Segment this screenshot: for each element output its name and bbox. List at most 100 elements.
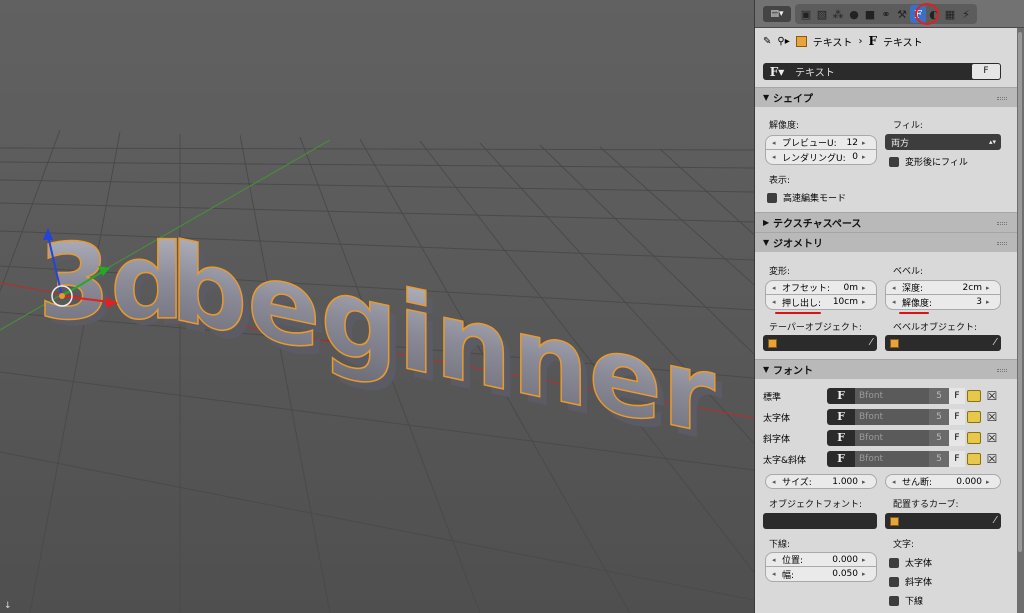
- font-browse-icon[interactable]: F: [827, 430, 855, 446]
- underline-thickness-field[interactable]: ◂ 幅: 0.050 ▸: [765, 567, 877, 582]
- annotation-underline-extrude: [775, 312, 821, 314]
- shear-field[interactable]: ◂ せん断: 0.000 ▸: [885, 474, 1001, 489]
- bevel-resolution-field[interactable]: ◂ 解像度: 3 ▸: [885, 295, 1001, 310]
- increment-icon[interactable]: ▸: [862, 153, 870, 161]
- font-bold-italic-fake-user[interactable]: F: [949, 451, 965, 467]
- text-on-curve-field[interactable]: ⁄: [885, 513, 1001, 529]
- physics-icon[interactable]: ⚡: [958, 5, 974, 23]
- checkbox-box[interactable]: [889, 557, 899, 568]
- increment-icon[interactable]: ▸: [986, 284, 994, 292]
- render-icon[interactable]: ▣: [798, 5, 814, 23]
- font-data-browse-icon[interactable]: F▾: [763, 63, 791, 80]
- constraints-icon[interactable]: ⚭: [878, 5, 894, 23]
- decrement-icon[interactable]: ◂: [892, 284, 900, 292]
- annotation-circle: [915, 3, 939, 25]
- section-shape[interactable]: ▼ シェイプ: [755, 87, 1017, 107]
- object-icon[interactable]: ■: [862, 5, 878, 23]
- char-bold-checkbox[interactable]: 太字体: [889, 556, 932, 569]
- char-underline-checkbox[interactable]: 下線: [889, 594, 923, 607]
- fill-deform-label: 変形後にフィル: [905, 158, 968, 168]
- font-bold-name[interactable]: Bfont: [855, 409, 929, 425]
- folder-open-icon[interactable]: [967, 411, 981, 423]
- preview-u-field[interactable]: ◂ プレビューU: 12 ▸: [765, 135, 877, 150]
- unlink-x-icon[interactable]: ☒: [985, 431, 999, 445]
- unlink-x-icon[interactable]: ☒: [985, 452, 999, 466]
- panel-scrollbar[interactable]: [1018, 32, 1022, 552]
- font-italic-name[interactable]: Bfont: [855, 430, 929, 446]
- increment-icon[interactable]: ▸: [862, 284, 870, 292]
- checkbox-box[interactable]: [889, 576, 899, 587]
- world-icon[interactable]: ●: [846, 5, 862, 23]
- unlink-x-icon[interactable]: ☒: [985, 389, 999, 403]
- fill-deform-checkbox[interactable]: 変形後にフィル: [889, 155, 968, 168]
- font-bold-italic-name[interactable]: Bfont: [855, 451, 929, 467]
- char-italic-checkbox[interactable]: 斜字体: [889, 575, 932, 588]
- offset-field[interactable]: ◂ オフセット: 0m ▸: [765, 280, 877, 295]
- eyedropper-icon[interactable]: ⁄: [994, 515, 996, 526]
- folder-open-icon[interactable]: [967, 390, 981, 402]
- editor-type-button[interactable]: ▤▾: [763, 6, 791, 22]
- decrement-icon[interactable]: ◂: [772, 284, 780, 292]
- checkbox-box[interactable]: [889, 595, 899, 606]
- fast-edit-checkbox[interactable]: 高速編集モード: [767, 191, 846, 204]
- unlink-x-icon[interactable]: ☒: [985, 410, 999, 424]
- decrement-icon[interactable]: ◂: [772, 478, 780, 486]
- 3d-viewport[interactable]: 3d 3d beginner beginner ↓: [0, 0, 754, 613]
- modifiers-icon[interactable]: ⚒: [894, 5, 910, 23]
- increment-icon[interactable]: ▸: [862, 570, 870, 578]
- scene-icon[interactable]: ⁂: [830, 5, 846, 23]
- decrement-icon[interactable]: ◂: [772, 139, 780, 147]
- eyedropper-icon[interactable]: ⁄: [994, 337, 996, 348]
- render-layers-icon[interactable]: ▧: [814, 5, 830, 23]
- pin-icon[interactable]: ✎: [763, 36, 771, 47]
- render-u-field[interactable]: ◂ レンダリングU: 0 ▸: [765, 150, 877, 165]
- decrement-icon[interactable]: ◂: [772, 570, 780, 578]
- section-texture-space[interactable]: ▶ テクスチャスペース: [755, 212, 1017, 232]
- folder-open-icon[interactable]: [967, 432, 981, 444]
- font-regular-fake-user[interactable]: F: [949, 388, 965, 404]
- font-italic-fake-user[interactable]: F: [949, 430, 965, 446]
- font-size-field[interactable]: ◂ サイズ: 1.000 ▸: [765, 474, 877, 489]
- modification-label: 変形:: [769, 267, 791, 277]
- decrement-icon[interactable]: ◂: [892, 298, 900, 306]
- checkbox-box[interactable]: [767, 192, 777, 203]
- texture-icon[interactable]: ▦: [942, 5, 958, 23]
- decrement-icon[interactable]: ◂: [772, 556, 780, 564]
- decrement-icon[interactable]: ◂: [772, 153, 780, 161]
- font-browse-icon[interactable]: F: [827, 451, 855, 467]
- fake-user-button[interactable]: F: [972, 64, 1000, 79]
- underline-position-field[interactable]: ◂ 位置: 0.000 ▸: [765, 552, 877, 567]
- font-regular-name[interactable]: Bfont: [855, 388, 929, 404]
- section-font[interactable]: ▼ フォント: [755, 359, 1017, 379]
- increment-icon[interactable]: ▸: [862, 139, 870, 147]
- fill-mode-select[interactable]: 両方 ▴▾: [885, 134, 1001, 150]
- datablock-selector[interactable]: F▾ テキスト F: [763, 63, 1001, 80]
- font-row-bold-italic: 太字&斜体 F Bfont 5 F ☒: [763, 451, 1003, 467]
- checkbox-box[interactable]: [889, 156, 899, 167]
- increment-icon[interactable]: ▸: [862, 298, 870, 306]
- bevel-depth-field[interactable]: ◂ 深度: 2cm ▸: [885, 280, 1001, 295]
- drag-grip-icon[interactable]: [997, 369, 1007, 372]
- decrement-icon[interactable]: ◂: [772, 298, 780, 306]
- increment-icon[interactable]: ▸: [986, 478, 994, 486]
- font-bold-fake-user[interactable]: F: [949, 409, 965, 425]
- section-geometry[interactable]: ▼ ジオメトリ: [755, 232, 1017, 252]
- font-browse-icon[interactable]: F: [827, 409, 855, 425]
- drag-grip-icon[interactable]: [997, 222, 1007, 225]
- font-size-label: サイズ:: [782, 478, 812, 488]
- increment-icon[interactable]: ▸: [986, 298, 994, 306]
- eyedropper-icon[interactable]: ⁄: [870, 337, 872, 348]
- extrude-field[interactable]: ◂ 押し出し: 10cm ▸: [765, 295, 877, 310]
- object-font-field[interactable]: [763, 513, 877, 529]
- underline-thickness-value: 0.050: [832, 569, 858, 579]
- drag-grip-icon[interactable]: [997, 97, 1007, 100]
- font-browse-icon[interactable]: F: [827, 388, 855, 404]
- increment-icon[interactable]: ▸: [862, 556, 870, 564]
- increment-icon[interactable]: ▸: [862, 478, 870, 486]
- datablock-name[interactable]: テキスト: [791, 64, 972, 79]
- taper-object-field[interactable]: ⁄: [763, 335, 877, 351]
- bevel-object-field[interactable]: ⁄: [885, 335, 1001, 351]
- folder-open-icon[interactable]: [967, 453, 981, 465]
- drag-grip-icon[interactable]: [997, 242, 1007, 245]
- decrement-icon[interactable]: ◂: [892, 478, 900, 486]
